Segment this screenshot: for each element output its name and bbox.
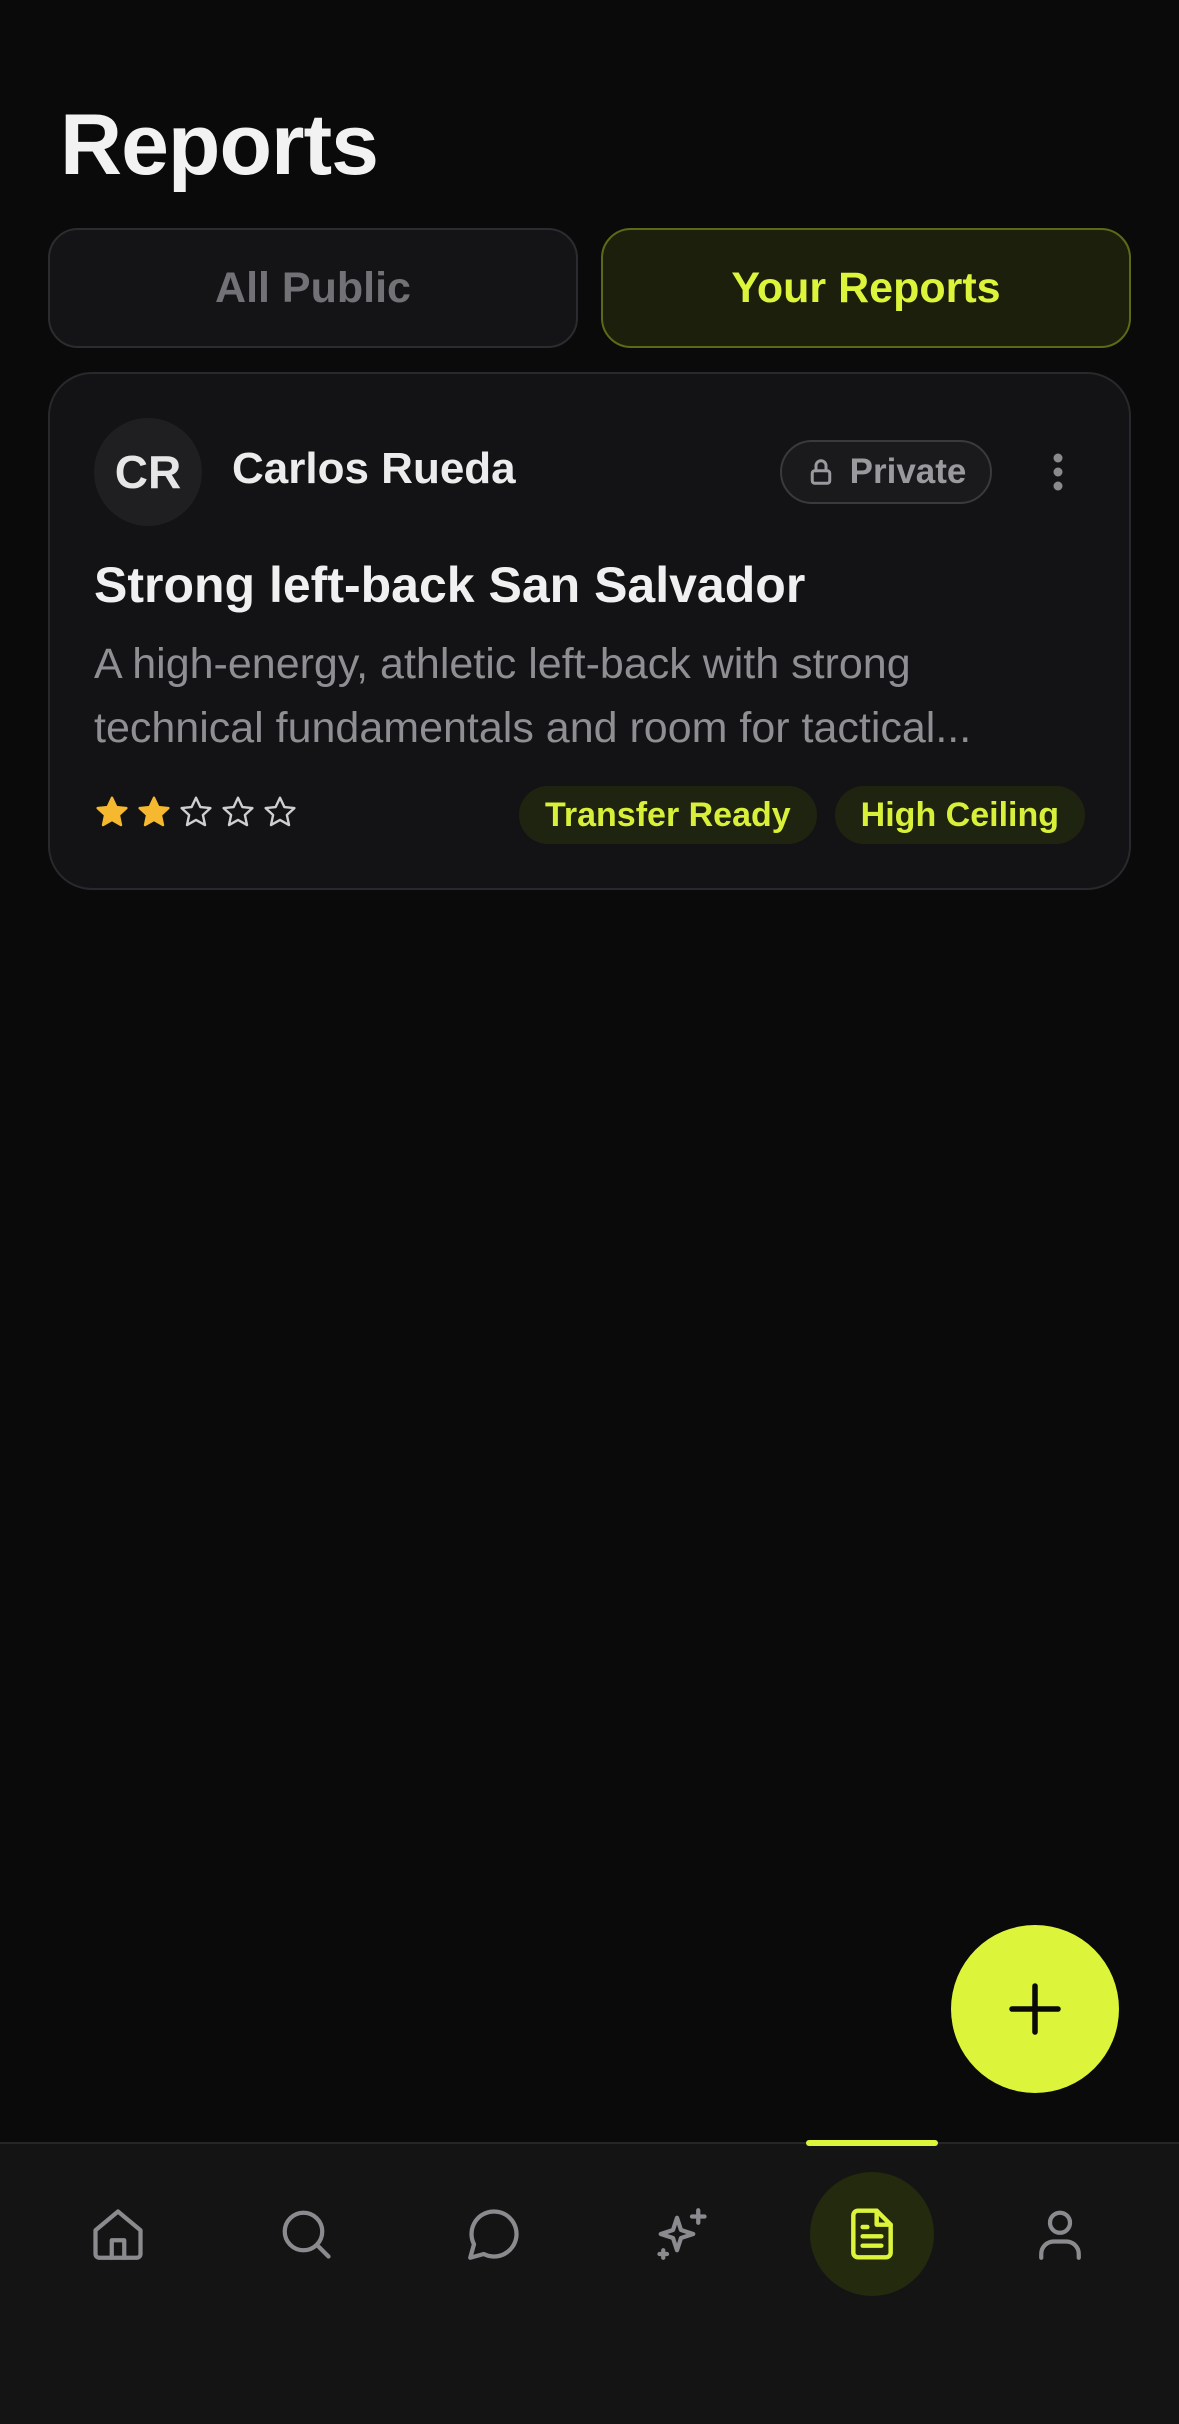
avatar: CR xyxy=(94,418,202,526)
privacy-label: Private xyxy=(849,452,967,491)
author-name: Carlos Rueda xyxy=(232,444,516,493)
active-tab-indicator xyxy=(806,2140,938,2146)
nav-home[interactable] xyxy=(56,2172,180,2296)
nav-profile[interactable] xyxy=(998,2172,1122,2296)
report-tags: Transfer Ready High Ceiling xyxy=(519,786,1085,844)
tab-your-reports[interactable]: Your Reports xyxy=(601,228,1131,348)
nav-messages[interactable] xyxy=(432,2172,556,2296)
more-vertical-icon xyxy=(1053,453,1063,491)
star-empty-icon xyxy=(180,796,212,827)
sparkles-icon xyxy=(657,2208,707,2260)
bottom-navigation xyxy=(0,2140,1179,2424)
star-filled-icon xyxy=(96,796,128,827)
more-options-button[interactable] xyxy=(1030,440,1086,504)
star-empty-icon xyxy=(222,796,254,827)
nav-ai[interactable] xyxy=(620,2172,744,2296)
star-filled-icon xyxy=(138,796,170,827)
report-card[interactable]: CR Carlos Rueda Private Strong left-back… xyxy=(48,372,1131,890)
plus-icon xyxy=(1009,1983,1061,2035)
nav-search[interactable] xyxy=(244,2172,368,2296)
tag-high-ceiling: High Ceiling xyxy=(834,786,1085,844)
reports-screen: Reports All Public Your Reports CR Carlo… xyxy=(0,0,1179,2424)
tag-transfer-ready: Transfer Ready xyxy=(519,786,817,844)
report-tabs: All Public Your Reports xyxy=(48,228,1131,348)
star-rating xyxy=(94,794,298,834)
document-icon xyxy=(851,2208,893,2260)
report-description: A high-energy, athletic left-back with s… xyxy=(94,640,972,752)
tab-all-public[interactable]: All Public xyxy=(48,228,578,348)
page-title: Reports xyxy=(60,97,379,193)
home-icon xyxy=(93,2209,143,2260)
profile-icon xyxy=(1039,2210,1081,2260)
star-empty-icon xyxy=(264,796,296,827)
chat-icon xyxy=(468,2209,519,2260)
add-report-button[interactable] xyxy=(951,1925,1119,2093)
report-title: Strong left-back San Salvador xyxy=(94,557,806,613)
lock-icon xyxy=(810,459,831,485)
search-icon xyxy=(282,2210,331,2259)
nav-reports[interactable] xyxy=(810,2172,934,2296)
privacy-badge: Private xyxy=(780,440,992,504)
